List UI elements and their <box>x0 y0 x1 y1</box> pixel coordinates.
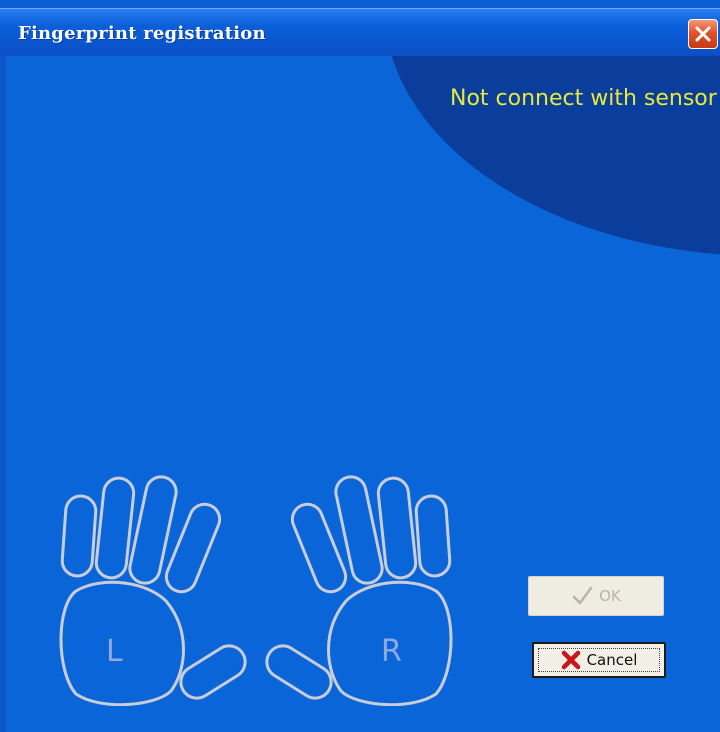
fingerprint-registration-window: Fingerprint registration Not connect wit… <box>0 0 720 732</box>
right-hand-label: R <box>381 634 402 669</box>
sensor-status-message: Not connect with sensor <box>450 86 717 111</box>
ok-button[interactable]: OK <box>528 576 664 616</box>
right-pinky-finger[interactable] <box>414 494 452 578</box>
left-thumb[interactable] <box>175 640 251 704</box>
left-hand-label: L <box>106 634 123 669</box>
client-area: Not connect with sensor L R OK Cancel <box>6 56 720 732</box>
ok-button-label: OK <box>599 587 621 605</box>
cancel-button-label: Cancel <box>586 651 638 669</box>
cancel-button[interactable]: Cancel <box>532 642 666 678</box>
left-pinky-finger[interactable] <box>60 494 98 578</box>
check-icon <box>572 586 593 605</box>
left-hand[interactable]: L <box>59 474 251 706</box>
title-bar[interactable]: Fingerprint registration <box>0 8 720 56</box>
close-button[interactable] <box>688 19 718 49</box>
close-icon <box>695 26 711 42</box>
hands-diagram: L R <box>59 474 453 706</box>
cancel-focus-rect: Cancel <box>538 648 660 672</box>
right-hand[interactable]: R <box>261 474 453 706</box>
right-thumb[interactable] <box>261 640 337 704</box>
red-x-icon <box>561 650 580 670</box>
window-title: Fingerprint registration <box>18 23 266 44</box>
